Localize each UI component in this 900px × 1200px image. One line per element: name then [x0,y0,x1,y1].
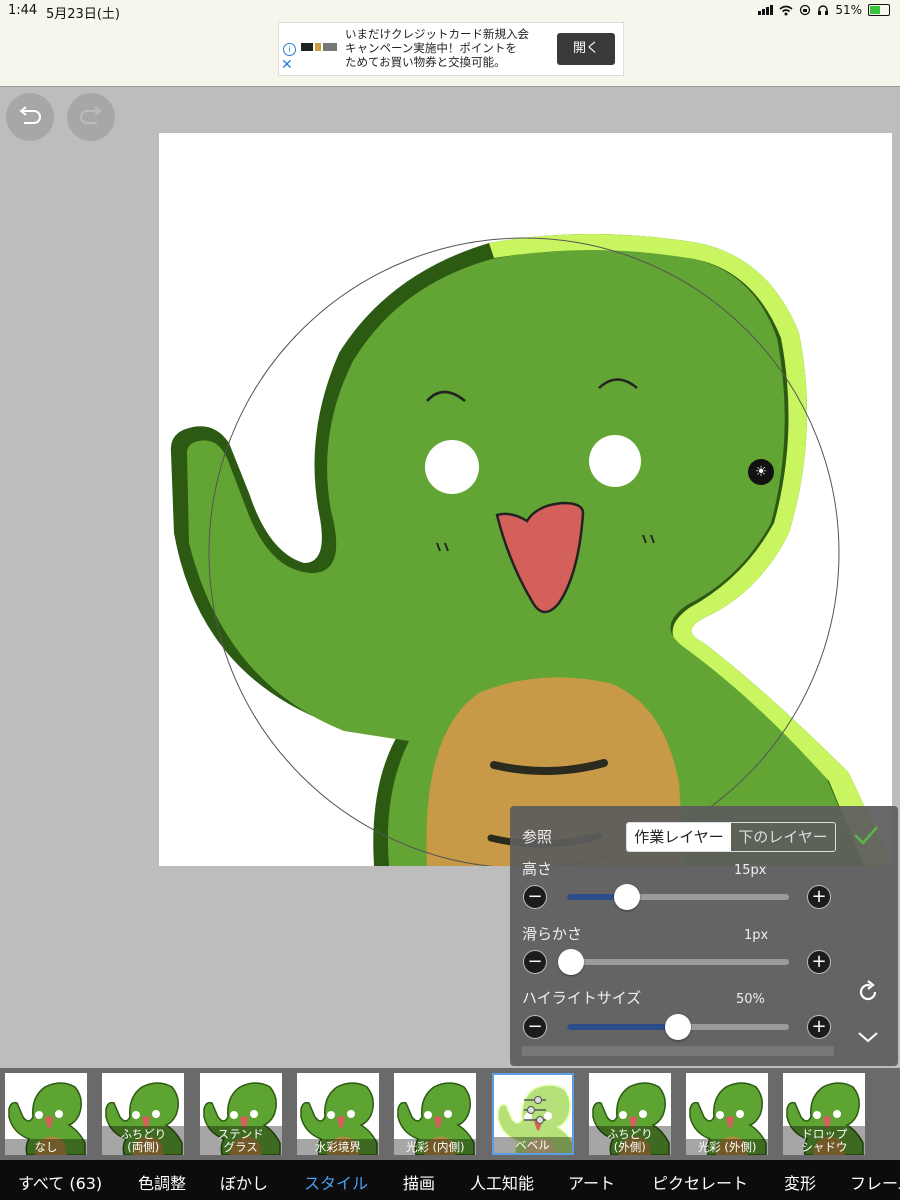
smoothness-minus-button[interactable]: − [523,950,547,974]
adjust-sliders-icon [523,1096,546,1124]
effect-thumbnail[interactable]: ふちどり (両側) [102,1073,185,1155]
effect-thumbnail-label: 水彩境界 [296,1139,379,1155]
effect-thumbnail[interactable]: 光彩 (外側) [686,1073,769,1155]
ad-text: いまだけクレジットカード新規入会 キャンペーン実施中！ポイントを ためてお買い物… [345,27,529,69]
status-date: 5月23日(土) [46,7,120,22]
nav-item[interactable]: 人工知能 [470,1170,534,1194]
effect-thumbnail[interactable]: 光彩 (内側) [394,1073,477,1155]
height-label: 高さ [522,860,553,878]
status-time: 1:44 [8,3,38,18]
redo-icon [80,106,102,124]
nav-item[interactable]: 描画 [403,1170,435,1194]
nav-item[interactable]: ぼかし [220,1170,268,1194]
highlight-size-value: 50% [736,992,765,1007]
refresh-icon[interactable] [856,980,880,1004]
headphones-icon [818,5,829,15]
ad-info-icon[interactable]: i [283,43,296,56]
highlight-plus-button[interactable]: + [807,1015,831,1039]
signal-icon [758,5,774,15]
smoothness-slider[interactable] [558,949,789,975]
effect-thumbnail-label: 光彩 (内側) [394,1139,477,1155]
category-nav: すべて (63) 色調整 ぼかし スタイル 描画 人工知能 アート ピクセレート 変形 フレーム [0,1160,900,1200]
nav-item[interactable]: スタイル [304,1170,368,1194]
highlight-size-label: ハイライトサイズ [522,989,642,1007]
redo-button[interactable] [67,93,115,141]
effect-thumbnail-label: 光彩 (外側) [686,1139,769,1155]
effect-thumbnail-label: ドロップ シャドウ [783,1126,866,1155]
status-bar: 1:44 5月23日(土) 51% [0,0,900,22]
ad-banner-area: i ✕ いまだけクレジットカード新規入会 キャンペーン実施中！ポイントを ためて… [0,22,900,87]
chevron-down-icon[interactable] [856,1028,880,1046]
effect-thumbnail-label: ステンド グラス [199,1126,282,1155]
reference-label: 参照 [522,828,553,846]
check-icon[interactable] [852,824,880,846]
effect-thumbnail[interactable]: 水彩境界 [296,1073,379,1155]
sun-icon: ☀ [754,464,768,480]
highlight-slider-knob[interactable] [665,1014,691,1040]
reference-option-work-layer[interactable]: 作業レイヤー [627,823,731,851]
height-plus-button[interactable]: + [807,885,831,909]
effect-thumbnail-label: なし [5,1139,87,1155]
effect-thumbnail-label: ふちどり (両側) [102,1126,185,1155]
nav-item[interactable]: フレーム [850,1170,900,1194]
height-value: 15px [734,863,767,878]
status-indicators: 51% [758,3,890,17]
effect-thumbnail[interactable]: ベベル [491,1073,574,1155]
ad-close-icon[interactable]: ✕ [281,58,293,72]
character-illustration [170,234,892,866]
effect-thumbnail[interactable]: ステンド グラス [199,1073,282,1155]
rotation-lock-icon [800,4,811,16]
reference-toggle[interactable]: 作業レイヤー 下のレイヤー [626,822,836,852]
battery-icon [868,4,890,16]
smoothness-value: 1px [744,928,769,943]
smoothness-slider-knob[interactable] [558,949,584,975]
effect-thumbnail[interactable]: ドロップ シャドウ [783,1073,866,1155]
smoothness-plus-button[interactable]: + [807,950,831,974]
nav-item[interactable]: アート [568,1170,615,1194]
effect-thumbnail[interactable]: なし [5,1073,87,1155]
undo-icon [19,106,41,124]
image-canvas[interactable]: ☀ [159,133,892,866]
battery-percent: 51% [835,3,862,17]
effect-thumbnail-label: ふちどり (外側) [588,1126,671,1155]
effect-thumbnail-label: ベベル [493,1137,572,1153]
effect-thumbnail-strip: なし ふちどり (両側) ステンド グラス 水彩境界 光彩 (内側) ベベル ふ… [0,1068,900,1160]
height-slider[interactable] [567,884,789,910]
highlight-minus-button[interactable]: − [523,1015,547,1039]
light-direction-handle[interactable]: ☀ [748,459,774,485]
reference-option-below-layer[interactable]: 下のレイヤー [731,823,835,851]
ad-banner[interactable]: i ✕ いまだけクレジットカード新規入会 キャンペーン実施中！ポイントを ためて… [278,22,624,76]
nav-item[interactable]: 変形 [784,1170,816,1194]
wifi-icon [779,5,793,15]
panel-divider [522,1046,834,1056]
nav-item[interactable]: すべて (63) [18,1170,102,1194]
ad-open-button[interactable]: 開く [557,33,615,65]
nav-item[interactable]: ピクセレート [652,1170,748,1194]
height-minus-button[interactable]: − [523,885,547,909]
smoothness-label: 滑らかさ [522,925,583,943]
height-slider-knob[interactable] [614,884,640,910]
effect-thumbnail[interactable]: ふちどり (外側) [588,1073,671,1155]
bevel-settings-panel: 参照 作業レイヤー 下のレイヤー 高さ 15px − + 滑らかさ 1px − … [510,806,898,1066]
highlight-size-slider[interactable] [567,1014,789,1040]
nav-item[interactable]: 色調整 [138,1170,186,1194]
undo-button[interactable] [6,93,54,141]
ad-logo [301,43,337,51]
